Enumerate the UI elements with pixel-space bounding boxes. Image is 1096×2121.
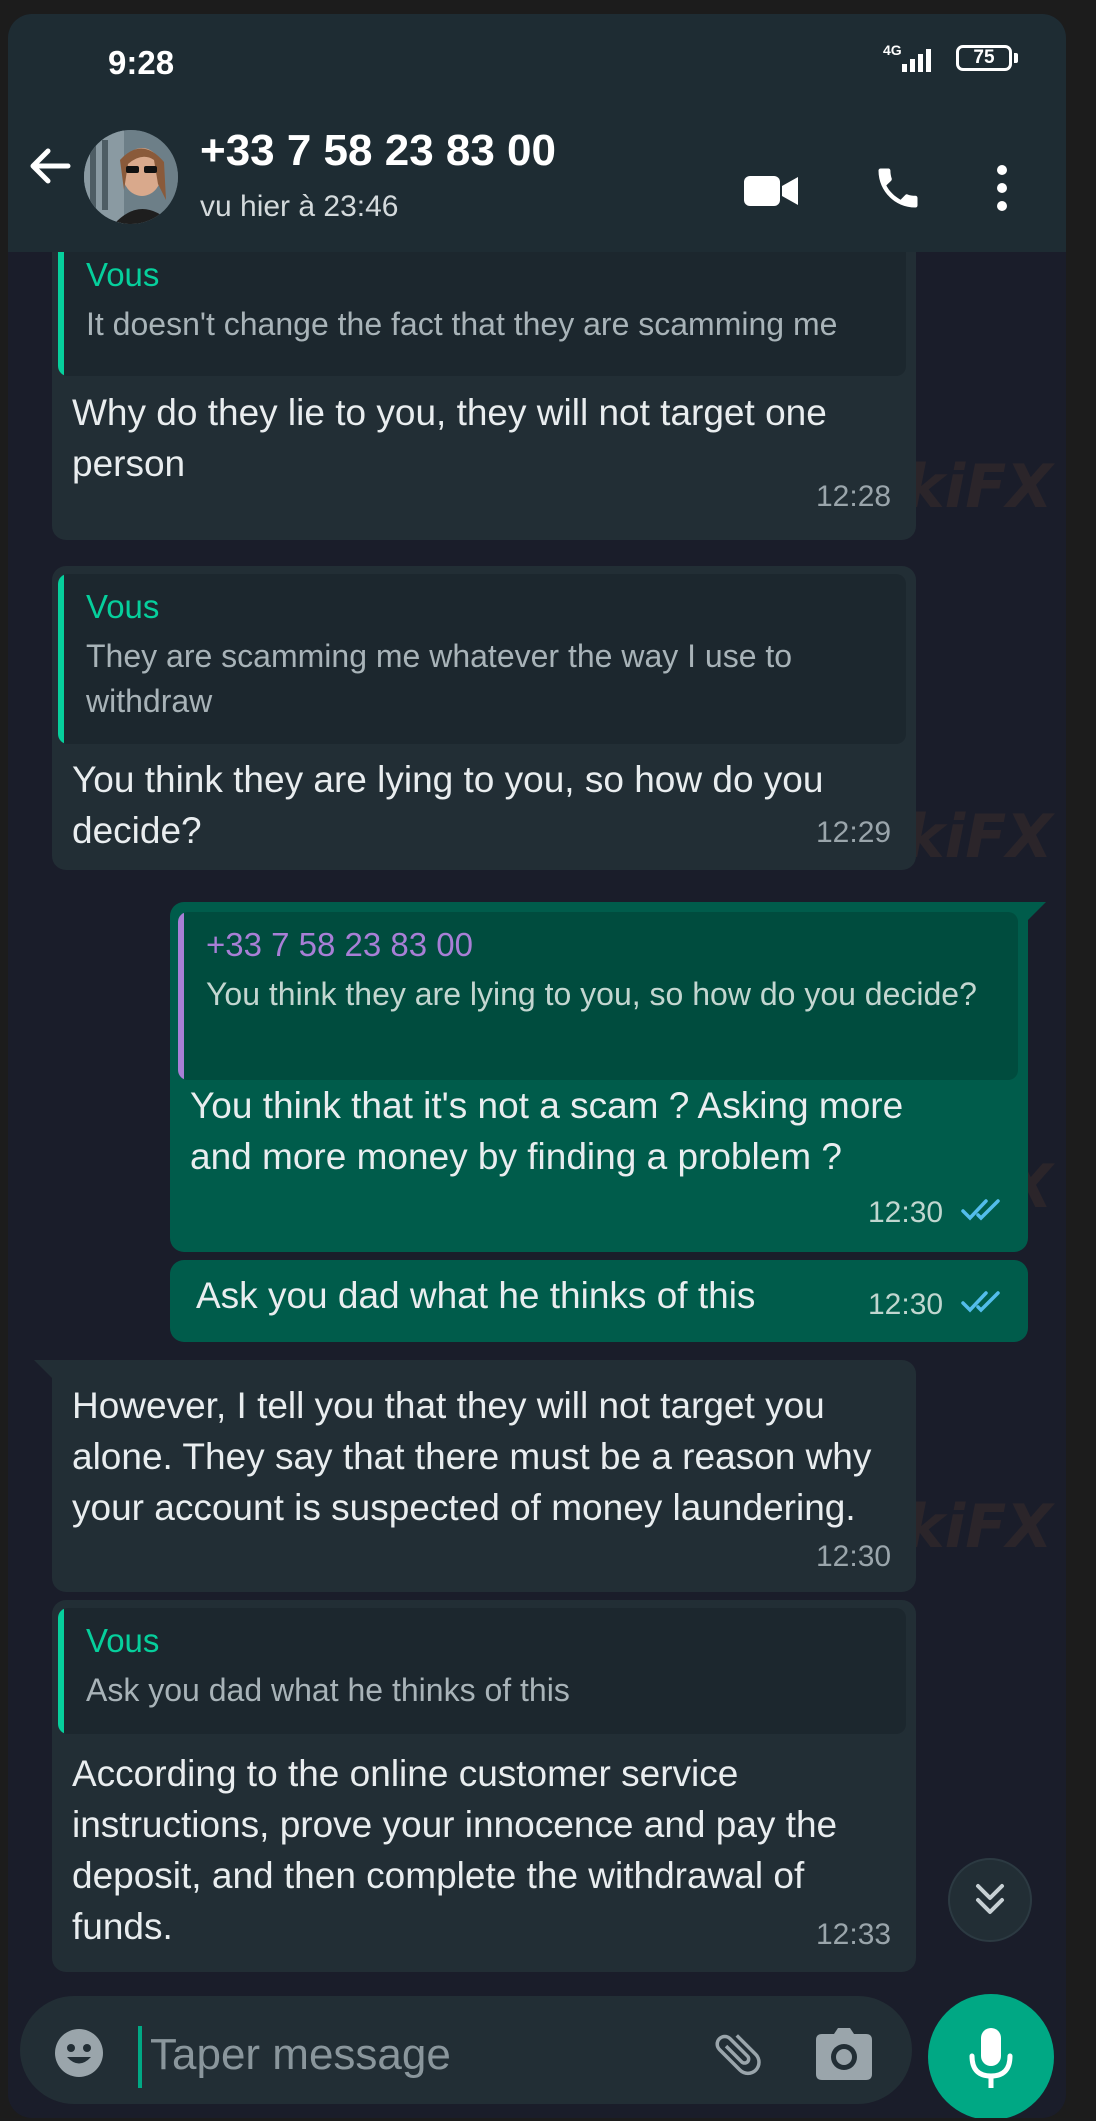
battery-icon: 75 [956,45,1012,71]
quote-text: It doesn't change the fact that they are… [86,306,838,342]
microphone-icon [969,2028,1013,2088]
message-text: However, I tell you that they will not t… [72,1385,872,1528]
message-text: You think they are lying to you, so how … [72,759,824,851]
outgoing-message[interactable]: +33 7 58 23 83 00 You think they are lyi… [170,902,1028,1252]
bubble-tail [34,1360,54,1380]
message-text: According to the online customer service… [72,1753,838,1947]
input-pill [20,1996,912,2104]
quote-author: Vous [86,256,160,293]
message-text: Why do they lie to you, they will not ta… [72,392,827,484]
message-time: 12:30 [816,1540,892,1573]
contact-avatar[interactable] [84,130,178,224]
battery-level: 75 [973,47,995,68]
scroll-to-bottom-button[interactable] [948,1858,1032,1942]
read-receipt-icon [961,1199,1000,1221]
quote-bar [58,574,64,744]
message-text: Ask you dad what he thinks of this [196,1275,756,1316]
quote-text: They are scamming me whatever the way I … [86,638,793,719]
network-type: 4G [883,42,902,58]
incoming-message[interactable]: Vous It doesn't change the fact that the… [52,252,916,540]
read-receipt-icon [961,1291,1000,1313]
avatar-image [84,130,178,224]
quote-text: You think they are lying to you, so how … [206,976,977,1012]
incoming-message[interactable]: Vous Ask you dad what he thinks of this … [52,1600,916,1972]
message-time: 12:30 [868,1288,944,1321]
quoted-reply[interactable]: Vous Ask you dad what he thinks of this [58,1608,906,1734]
contact-name[interactable]: +33 7 58 23 83 00 [200,126,556,176]
emoji-icon[interactable] [54,2028,104,2078]
quote-author: Vous [86,588,160,625]
outgoing-message[interactable]: Ask you dad what he thinks of this 12:30 [170,1260,1028,1342]
text-caret [138,2026,142,2088]
quoted-reply[interactable]: +33 7 58 23 83 00 You think they are lyi… [178,912,1018,1080]
quoted-reply[interactable]: Vous It doesn't change the fact that the… [58,252,906,376]
status-bar: 9:28 4G 75 [8,14,1066,100]
signal-icon [902,49,931,72]
message-time: 12:28 [816,480,892,513]
double-chevron-down-icon [976,1884,1004,1914]
video-call-icon[interactable] [742,172,800,210]
bubble-tail [1026,902,1046,922]
phone-screen: 9:28 4G 75 +33 7 58 23 83 00 vu hier à 2… [8,14,1066,2118]
quote-text: Ask you dad what he thinks of this [86,1672,570,1708]
attachment-icon[interactable] [710,2026,766,2082]
message-list[interactable]: WikiFX WikiFX WikiFX WikiFX WikiFX WikiF… [8,252,1066,1984]
quote-bar [178,912,184,1080]
quoted-reply[interactable]: Vous They are scamming me whatever the w… [58,574,906,744]
back-arrow-icon[interactable] [24,140,76,192]
quote-author: +33 7 58 23 83 00 [206,926,473,963]
message-composer [8,1984,1066,2118]
message-time: 12:33 [816,1918,892,1951]
more-options-icon[interactable] [994,162,1010,214]
quote-bar [58,1608,64,1734]
voice-call-icon[interactable] [872,162,924,214]
message-time: 12:30 [868,1196,944,1229]
voice-message-button[interactable] [928,1994,1054,2118]
last-seen-status: vu hier à 23:46 [200,190,399,223]
chat-header: +33 7 58 23 83 00 vu hier à 23:46 [8,100,1066,252]
message-time: 12:29 [816,816,892,849]
quote-author: Vous [86,1622,160,1659]
incoming-message[interactable]: Vous They are scamming me whatever the w… [52,566,916,870]
message-input[interactable] [148,2022,612,2088]
camera-icon[interactable] [816,2028,872,2080]
status-time: 9:28 [108,44,175,81]
battery-nub [1014,53,1018,63]
quote-bar [58,252,64,376]
message-text: You think that it's not a scam ? Asking … [190,1085,904,1177]
incoming-message[interactable]: However, I tell you that they will not t… [52,1360,916,1592]
